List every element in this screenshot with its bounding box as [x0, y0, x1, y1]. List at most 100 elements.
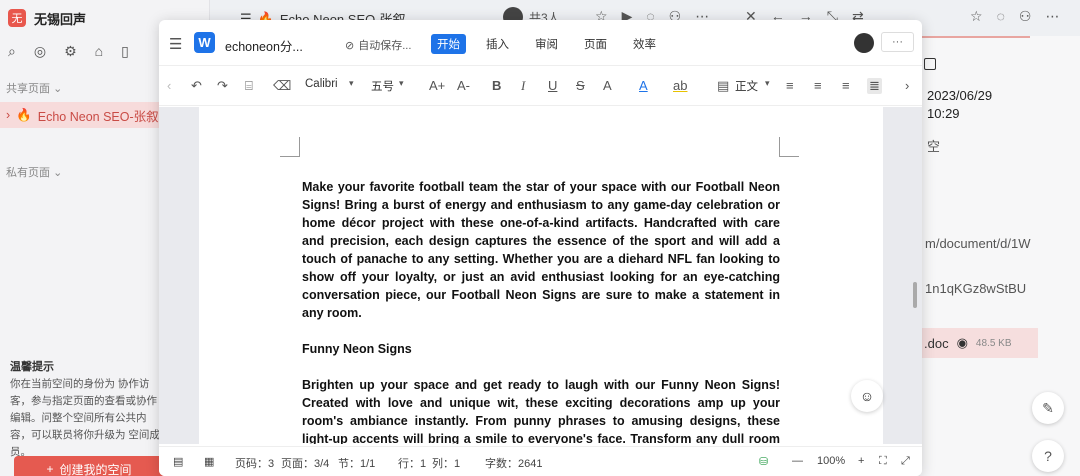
column-number: 列：1: [432, 458, 461, 470]
sidebar-item-label: Echo Neon SEO-张叙: [37, 109, 159, 124]
document-name[interactable]: echoneon分...: [225, 36, 303, 55]
align-center-icon[interactable]: ≡: [814, 78, 822, 93]
user-icon[interactable]: ◎: [34, 43, 46, 60]
zoom-in-icon[interactable]: +: [858, 455, 864, 467]
shrink-font-button[interactable]: A-: [457, 78, 470, 93]
source-url-line2[interactable]: 1n1qKGz8wStBU: [925, 281, 1026, 296]
comment-icon[interactable]: ◌: [997, 8, 1005, 25]
chevron-right-icon: ›: [6, 108, 11, 122]
paragraph: Brighten up your space and get ready to …: [302, 378, 780, 444]
clear-format-icon[interactable]: ⌫: [273, 78, 291, 94]
add-user-icon[interactable]: ⚇: [1019, 8, 1032, 25]
undo-icon[interactable]: ↶: [191, 78, 202, 94]
chevron-down-icon: ⌄: [53, 167, 63, 179]
tab-page[interactable]: 页面: [578, 34, 613, 54]
align-justify-icon[interactable]: ≣: [867, 78, 882, 94]
chevron-down-icon: ▾: [399, 78, 404, 88]
document-page[interactable]: Make your favorite football team the sta…: [199, 107, 883, 444]
plus-icon: +: [46, 462, 54, 476]
file-ext: .doc: [924, 335, 949, 351]
bold-button[interactable]: B: [492, 78, 501, 93]
grow-font-button[interactable]: A+: [429, 78, 445, 93]
checkbox[interactable]: [924, 58, 936, 70]
paragraph-style-icon: ▤: [717, 78, 730, 93]
assistant-icon[interactable]: ☺: [851, 380, 883, 412]
margin-corner: [280, 137, 300, 157]
tip-title: 温馨提示: [10, 361, 54, 373]
star-icon[interactable]: ☆: [970, 8, 983, 25]
margin-corner: [779, 137, 799, 157]
cloud-sync-icon[interactable]: ⛁: [759, 455, 768, 468]
document-body[interactable]: Make your favorite football team the sta…: [302, 178, 780, 444]
page-count: 页面：3/4: [281, 458, 330, 470]
empty-label: 空: [927, 139, 941, 154]
heading: Funny Neon Signs: [302, 342, 412, 356]
autosave-status: ⊘ 自动保存...: [345, 39, 412, 53]
align-right-icon[interactable]: ≡: [842, 78, 850, 93]
chevron-down-icon: ▾: [765, 78, 770, 88]
row-number: 行：1: [398, 458, 427, 470]
tab-efficiency[interactable]: 效率: [627, 34, 662, 54]
search-icon[interactable]: ⌕: [8, 43, 16, 60]
more-button[interactable]: ···: [881, 32, 914, 52]
document-editor: ☰ W echoneon分... ⊘ 自动保存... 开始 插入 审阅 页面 效…: [159, 20, 922, 476]
menu-icon[interactable]: ☰: [169, 35, 182, 53]
help-icon[interactable]: ?: [1032, 440, 1064, 472]
fire-icon: 🔥: [16, 107, 32, 122]
tip-body: 你在当前空间的身份为 协作访客，参与指定页面的查看或协作编辑。问整个空间所有公共…: [10, 378, 160, 458]
eye-icon: ◉: [956, 335, 968, 350]
page-number: 页码：3: [235, 458, 275, 470]
progress-bar: [920, 36, 1030, 38]
zoom-out-icon[interactable]: —: [792, 455, 803, 467]
edit-note-icon[interactable]: ✎: [1032, 392, 1064, 424]
highlight-button[interactable]: ab: [673, 78, 687, 93]
right-actions: ☆ ◌ ⚇ ⋯: [970, 8, 1059, 25]
font-color-button[interactable]: A: [639, 78, 648, 93]
document-canvas: Make your favorite football team the sta…: [159, 107, 922, 444]
tab-start[interactable]: 开始: [431, 34, 466, 54]
editor-titlebar: ☰ W echoneon分... ⊘ 自动保存... 开始 插入 审阅 页面 效…: [159, 20, 922, 66]
trash-icon[interactable]: ▯: [121, 43, 129, 60]
space-title: 无锡回声: [34, 11, 87, 27]
avatar[interactable]: [854, 33, 874, 53]
home-icon[interactable]: ⌂: [95, 43, 103, 59]
tab-insert[interactable]: 插入: [480, 34, 515, 54]
fullscreen-icon[interactable]: ⤢: [901, 455, 910, 468]
format-toolbar: ‹ ↶ ↷ ⌸ ⌫ Calibri ▾ 五号 ▾ A+ A- B I U S A…: [159, 66, 922, 106]
wps-logo: W: [194, 32, 215, 53]
underline-button[interactable]: U: [548, 78, 557, 93]
source-url-line1[interactable]: m/document/d/1W: [925, 236, 1031, 251]
italic-button[interactable]: I: [521, 78, 525, 94]
strikethrough-button[interactable]: S: [576, 78, 585, 93]
page-view-icon[interactable]: ▦: [204, 455, 214, 468]
settings-icon[interactable]: ⚙: [64, 43, 77, 60]
chevron-down-icon: ⌄: [53, 83, 63, 95]
attachment-file[interactable]: .doc ◉ 48.5 KB: [920, 328, 1038, 358]
redo-icon[interactable]: ↷: [217, 78, 228, 94]
scroll-left-icon[interactable]: ‹: [167, 78, 171, 93]
more-icon[interactable]: ⋯: [1045, 8, 1059, 25]
section-count: 节：1/1: [338, 458, 376, 470]
chevron-down-icon: ▾: [349, 78, 354, 88]
font-select[interactable]: Calibri: [305, 78, 338, 90]
fit-width-icon[interactable]: ⛶: [879, 455, 887, 468]
tab-review[interactable]: 审阅: [529, 34, 564, 54]
create-space-button[interactable]: + 创建我的空间: [14, 456, 164, 476]
scroll-right-icon[interactable]: ›: [905, 78, 909, 93]
file-size: 48.5 KB: [975, 337, 1012, 349]
space-logo: 无: [8, 9, 26, 27]
outline-icon[interactable]: ▤: [173, 455, 183, 468]
text-effect-button[interactable]: A: [603, 78, 612, 93]
format-painter-icon[interactable]: ⌸: [245, 78, 253, 94]
ribbon-tabs: 开始 插入 审阅 页面 效率: [431, 34, 662, 54]
zoom-level[interactable]: 100%: [817, 455, 845, 467]
paragraph-style-select[interactable]: 正文: [735, 78, 758, 94]
check-circle-icon: ⊘: [345, 39, 355, 52]
scrollbar[interactable]: [913, 282, 917, 308]
status-bar: ▤ ▦ 页码：3 页面：3/4 节：1/1 行：1 列：1 字数：2641 ⛁ …: [159, 446, 922, 476]
paragraph: Make your favorite football team the sta…: [302, 180, 780, 320]
word-count: 字数：2641: [485, 458, 543, 470]
info-panel: 2023/06/29 10:29 空 m/document/d/1W 1n1qK…: [920, 36, 1080, 476]
align-left-icon[interactable]: ≡: [786, 78, 794, 93]
font-size-select[interactable]: 五号: [371, 78, 394, 94]
